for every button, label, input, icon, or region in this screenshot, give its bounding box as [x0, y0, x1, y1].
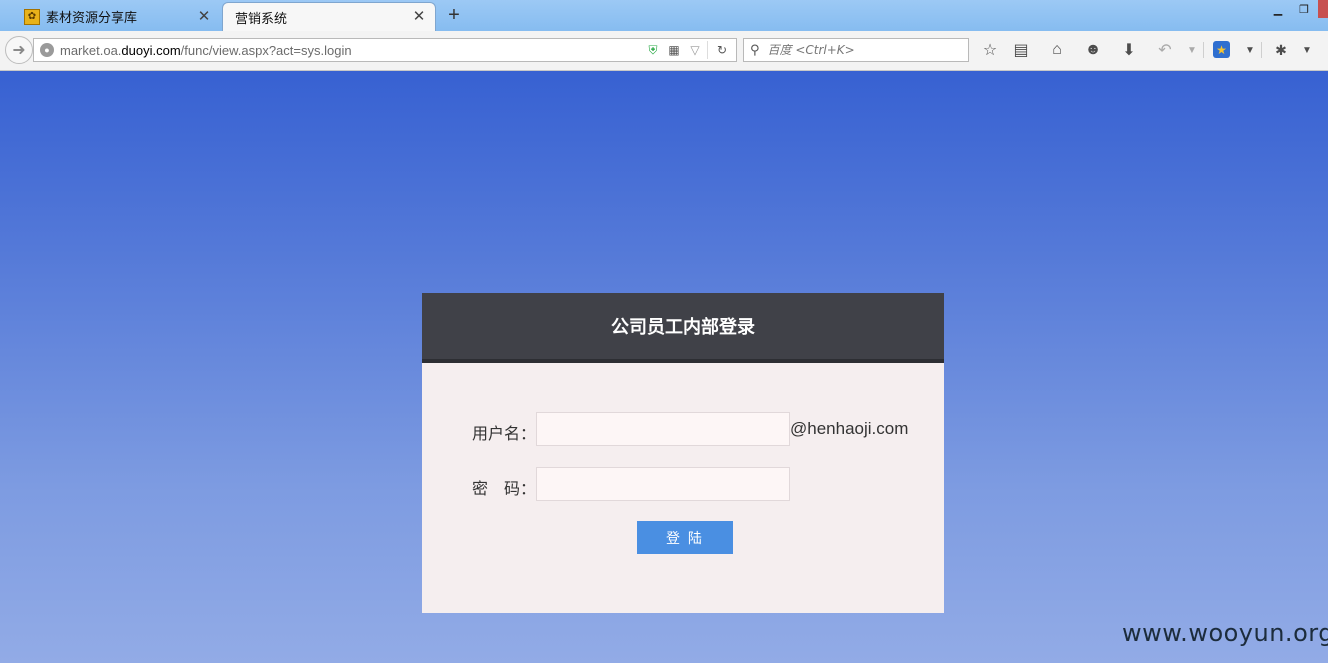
undo-icon[interactable]: ↶: [1155, 40, 1175, 60]
tab-bar: ✿ 素材资源分享库 ✕ 营销系统 ✕ + ▁ ❐: [0, 0, 1328, 31]
toolbar-separator: [1203, 42, 1204, 58]
minimize-icon[interactable]: ▁: [1270, 2, 1286, 16]
email-domain-suffix: @henhaoji.com: [790, 419, 909, 438]
back-arrow-icon[interactable]: ➜: [5, 36, 33, 64]
qr-code-icon[interactable]: ▦: [665, 41, 683, 59]
address-bar[interactable]: ● market.oa.duoyi.com/func/view.aspx?act…: [33, 38, 737, 62]
password-label: 密 码：: [472, 481, 537, 498]
login-button[interactable]: 登 陆: [637, 521, 733, 554]
url-host: duoyi.com: [121, 42, 181, 58]
url-icons: ⛨ ▦ ▽ ↻: [641, 39, 736, 61]
search-icon: ⚲: [750, 42, 760, 57]
tab-material-library[interactable]: ✿ 素材资源分享库 ✕: [18, 3, 220, 30]
extension-icon[interactable]: ✱: [1271, 40, 1291, 60]
username-label: 用户名：: [472, 426, 537, 443]
dropdown-arrow-icon[interactable]: ▼: [1182, 40, 1202, 60]
home-icon[interactable]: ⌂: [1047, 40, 1067, 60]
nav-bar: ➜ ● market.oa.duoyi.com/func/view.aspx?a…: [0, 31, 1328, 71]
username-input[interactable]: [536, 412, 790, 446]
shield-icon[interactable]: ⛨: [644, 41, 662, 59]
tab-title: 素材资源分享库: [46, 10, 138, 25]
bookmark-star-icon[interactable]: ☆: [980, 40, 1000, 60]
page-background: 公司员工内部登录 用户名： @henhaoji.com 密 码： 登 陆 www…: [0, 71, 1328, 663]
restore-icon[interactable]: ❐: [1296, 2, 1312, 16]
new-tab-icon[interactable]: +: [444, 4, 464, 26]
url-text[interactable]: market.oa.duoyi.com/func/view.aspx?act=s…: [60, 43, 352, 58]
login-title: 公司员工内部登录: [422, 293, 944, 363]
toolbar-separator: [1261, 42, 1262, 58]
site-favicon-icon: ✿: [24, 8, 40, 25]
globe-icon: ●: [40, 43, 54, 57]
login-form: 用户名： @henhaoji.com 密 码： 登 陆: [422, 363, 944, 613]
reading-list-icon[interactable]: ▤: [1011, 40, 1031, 60]
search-input[interactable]: [765, 42, 960, 58]
close-window-icon[interactable]: [1318, 0, 1328, 18]
reload-icon[interactable]: ↻: [707, 41, 736, 59]
favorites-star-icon[interactable]: ★: [1213, 41, 1230, 58]
password-input[interactable]: [536, 467, 790, 501]
close-tab-icon[interactable]: ✕: [196, 8, 212, 25]
search-bar[interactable]: ⚲: [743, 38, 969, 62]
menu-dropdown-icon[interactable]: ▼: [1297, 40, 1317, 60]
tab-title: 营销系统: [235, 10, 288, 26]
url-prefix: market.oa.: [60, 42, 122, 58]
url-path: /func/view.aspx?act=sys.login: [180, 42, 352, 58]
watermark: www.wooyun.org: [1122, 619, 1328, 647]
download-icon[interactable]: ⬇: [1119, 40, 1139, 60]
dropdown-arrow-icon[interactable]: ▽: [686, 41, 704, 59]
tab-marketing-system[interactable]: 营销系统 ✕: [222, 2, 436, 31]
dropdown-arrow-icon[interactable]: ▼: [1240, 40, 1260, 60]
close-tab-icon[interactable]: ✕: [411, 8, 427, 25]
smiley-icon[interactable]: ☻: [1083, 40, 1103, 60]
